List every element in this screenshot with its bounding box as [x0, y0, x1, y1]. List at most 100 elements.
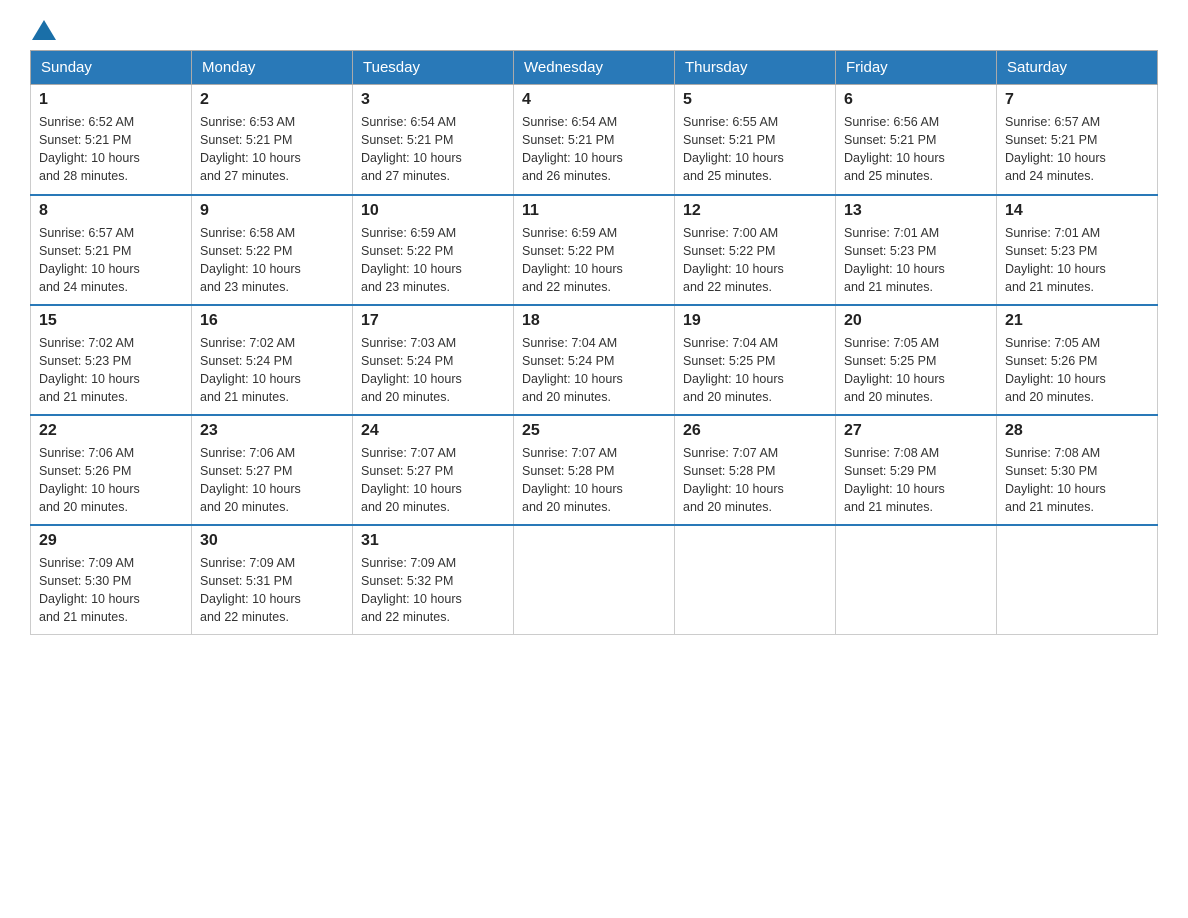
day-number: 30	[200, 532, 344, 550]
day-info: Sunrise: 6:55 AMSunset: 5:21 PMDaylight:…	[683, 113, 827, 186]
weekday-header-monday: Monday	[192, 51, 353, 85]
calendar-week-row: 15 Sunrise: 7:02 AMSunset: 5:23 PMDaylig…	[31, 305, 1158, 415]
calendar-cell: 16 Sunrise: 7:02 AMSunset: 5:24 PMDaylig…	[192, 305, 353, 415]
calendar-cell: 25 Sunrise: 7:07 AMSunset: 5:28 PMDaylig…	[514, 415, 675, 525]
calendar-cell: 18 Sunrise: 7:04 AMSunset: 5:24 PMDaylig…	[514, 305, 675, 415]
day-info: Sunrise: 7:02 AMSunset: 5:24 PMDaylight:…	[200, 334, 344, 407]
weekday-header-thursday: Thursday	[675, 51, 836, 85]
day-number: 29	[39, 532, 183, 550]
calendar-cell: 6 Sunrise: 6:56 AMSunset: 5:21 PMDayligh…	[836, 85, 997, 195]
calendar-cell: 17 Sunrise: 7:03 AMSunset: 5:24 PMDaylig…	[353, 305, 514, 415]
day-info: Sunrise: 7:08 AMSunset: 5:29 PMDaylight:…	[844, 444, 988, 517]
calendar-cell: 29 Sunrise: 7:09 AMSunset: 5:30 PMDaylig…	[31, 525, 192, 635]
day-info: Sunrise: 6:52 AMSunset: 5:21 PMDaylight:…	[39, 113, 183, 186]
weekday-header-friday: Friday	[836, 51, 997, 85]
day-info: Sunrise: 7:01 AMSunset: 5:23 PMDaylight:…	[1005, 224, 1149, 297]
calendar-cell: 9 Sunrise: 6:58 AMSunset: 5:22 PMDayligh…	[192, 195, 353, 305]
day-number: 18	[522, 312, 666, 330]
day-number: 13	[844, 202, 988, 220]
day-info: Sunrise: 7:07 AMSunset: 5:28 PMDaylight:…	[683, 444, 827, 517]
calendar-cell: 20 Sunrise: 7:05 AMSunset: 5:25 PMDaylig…	[836, 305, 997, 415]
calendar-table: SundayMondayTuesdayWednesdayThursdayFrid…	[30, 50, 1158, 635]
calendar-cell: 13 Sunrise: 7:01 AMSunset: 5:23 PMDaylig…	[836, 195, 997, 305]
calendar-cell: 5 Sunrise: 6:55 AMSunset: 5:21 PMDayligh…	[675, 85, 836, 195]
day-number: 23	[200, 422, 344, 440]
day-info: Sunrise: 7:04 AMSunset: 5:24 PMDaylight:…	[522, 334, 666, 407]
logo-triangle-icon	[32, 20, 56, 40]
day-info: Sunrise: 6:53 AMSunset: 5:21 PMDaylight:…	[200, 113, 344, 186]
day-info: Sunrise: 6:59 AMSunset: 5:22 PMDaylight:…	[361, 224, 505, 297]
day-number: 9	[200, 202, 344, 220]
calendar-cell: 24 Sunrise: 7:07 AMSunset: 5:27 PMDaylig…	[353, 415, 514, 525]
calendar-cell: 10 Sunrise: 6:59 AMSunset: 5:22 PMDaylig…	[353, 195, 514, 305]
calendar-week-row: 29 Sunrise: 7:09 AMSunset: 5:30 PMDaylig…	[31, 525, 1158, 635]
day-info: Sunrise: 7:09 AMSunset: 5:30 PMDaylight:…	[39, 554, 183, 627]
day-info: Sunrise: 7:06 AMSunset: 5:26 PMDaylight:…	[39, 444, 183, 517]
day-info: Sunrise: 7:07 AMSunset: 5:28 PMDaylight:…	[522, 444, 666, 517]
day-number: 14	[1005, 202, 1149, 220]
day-number: 15	[39, 312, 183, 330]
calendar-cell	[675, 525, 836, 635]
day-number: 12	[683, 202, 827, 220]
day-info: Sunrise: 6:59 AMSunset: 5:22 PMDaylight:…	[522, 224, 666, 297]
calendar-cell: 15 Sunrise: 7:02 AMSunset: 5:23 PMDaylig…	[31, 305, 192, 415]
day-number: 26	[683, 422, 827, 440]
calendar-cell: 21 Sunrise: 7:05 AMSunset: 5:26 PMDaylig…	[997, 305, 1158, 415]
day-number: 1	[39, 91, 183, 109]
calendar-cell: 7 Sunrise: 6:57 AMSunset: 5:21 PMDayligh…	[997, 85, 1158, 195]
calendar-cell	[836, 525, 997, 635]
calendar-week-row: 1 Sunrise: 6:52 AMSunset: 5:21 PMDayligh…	[31, 85, 1158, 195]
day-number: 7	[1005, 91, 1149, 109]
day-info: Sunrise: 7:05 AMSunset: 5:25 PMDaylight:…	[844, 334, 988, 407]
day-info: Sunrise: 7:09 AMSunset: 5:32 PMDaylight:…	[361, 554, 505, 627]
calendar-cell: 3 Sunrise: 6:54 AMSunset: 5:21 PMDayligh…	[353, 85, 514, 195]
day-number: 28	[1005, 422, 1149, 440]
day-number: 20	[844, 312, 988, 330]
weekday-header-sunday: Sunday	[31, 51, 192, 85]
day-number: 5	[683, 91, 827, 109]
weekday-header-saturday: Saturday	[997, 51, 1158, 85]
calendar-cell: 1 Sunrise: 6:52 AMSunset: 5:21 PMDayligh…	[31, 85, 192, 195]
calendar-cell: 19 Sunrise: 7:04 AMSunset: 5:25 PMDaylig…	[675, 305, 836, 415]
calendar-week-row: 22 Sunrise: 7:06 AMSunset: 5:26 PMDaylig…	[31, 415, 1158, 525]
logo	[30, 20, 58, 40]
day-info: Sunrise: 6:58 AMSunset: 5:22 PMDaylight:…	[200, 224, 344, 297]
day-info: Sunrise: 6:54 AMSunset: 5:21 PMDaylight:…	[522, 113, 666, 186]
day-number: 17	[361, 312, 505, 330]
day-number: 31	[361, 532, 505, 550]
calendar-cell: 27 Sunrise: 7:08 AMSunset: 5:29 PMDaylig…	[836, 415, 997, 525]
day-number: 16	[200, 312, 344, 330]
day-info: Sunrise: 7:09 AMSunset: 5:31 PMDaylight:…	[200, 554, 344, 627]
day-number: 21	[1005, 312, 1149, 330]
calendar-week-row: 8 Sunrise: 6:57 AMSunset: 5:21 PMDayligh…	[31, 195, 1158, 305]
day-info: Sunrise: 7:00 AMSunset: 5:22 PMDaylight:…	[683, 224, 827, 297]
day-info: Sunrise: 6:54 AMSunset: 5:21 PMDaylight:…	[361, 113, 505, 186]
day-info: Sunrise: 7:01 AMSunset: 5:23 PMDaylight:…	[844, 224, 988, 297]
day-number: 8	[39, 202, 183, 220]
calendar-cell: 26 Sunrise: 7:07 AMSunset: 5:28 PMDaylig…	[675, 415, 836, 525]
calendar-cell: 12 Sunrise: 7:00 AMSunset: 5:22 PMDaylig…	[675, 195, 836, 305]
calendar-cell: 11 Sunrise: 6:59 AMSunset: 5:22 PMDaylig…	[514, 195, 675, 305]
calendar-cell: 8 Sunrise: 6:57 AMSunset: 5:21 PMDayligh…	[31, 195, 192, 305]
day-info: Sunrise: 7:08 AMSunset: 5:30 PMDaylight:…	[1005, 444, 1149, 517]
day-number: 6	[844, 91, 988, 109]
day-info: Sunrise: 6:57 AMSunset: 5:21 PMDaylight:…	[1005, 113, 1149, 186]
calendar-cell: 23 Sunrise: 7:06 AMSunset: 5:27 PMDaylig…	[192, 415, 353, 525]
calendar-cell: 30 Sunrise: 7:09 AMSunset: 5:31 PMDaylig…	[192, 525, 353, 635]
day-number: 10	[361, 202, 505, 220]
day-info: Sunrise: 7:02 AMSunset: 5:23 PMDaylight:…	[39, 334, 183, 407]
day-info: Sunrise: 7:03 AMSunset: 5:24 PMDaylight:…	[361, 334, 505, 407]
calendar-cell: 28 Sunrise: 7:08 AMSunset: 5:30 PMDaylig…	[997, 415, 1158, 525]
calendar-cell: 22 Sunrise: 7:06 AMSunset: 5:26 PMDaylig…	[31, 415, 192, 525]
calendar-cell: 14 Sunrise: 7:01 AMSunset: 5:23 PMDaylig…	[997, 195, 1158, 305]
calendar-cell	[514, 525, 675, 635]
day-info: Sunrise: 6:57 AMSunset: 5:21 PMDaylight:…	[39, 224, 183, 297]
day-info: Sunrise: 7:04 AMSunset: 5:25 PMDaylight:…	[683, 334, 827, 407]
day-number: 2	[200, 91, 344, 109]
calendar-cell	[997, 525, 1158, 635]
calendar-cell: 31 Sunrise: 7:09 AMSunset: 5:32 PMDaylig…	[353, 525, 514, 635]
day-number: 3	[361, 91, 505, 109]
day-info: Sunrise: 7:06 AMSunset: 5:27 PMDaylight:…	[200, 444, 344, 517]
day-number: 4	[522, 91, 666, 109]
day-number: 24	[361, 422, 505, 440]
